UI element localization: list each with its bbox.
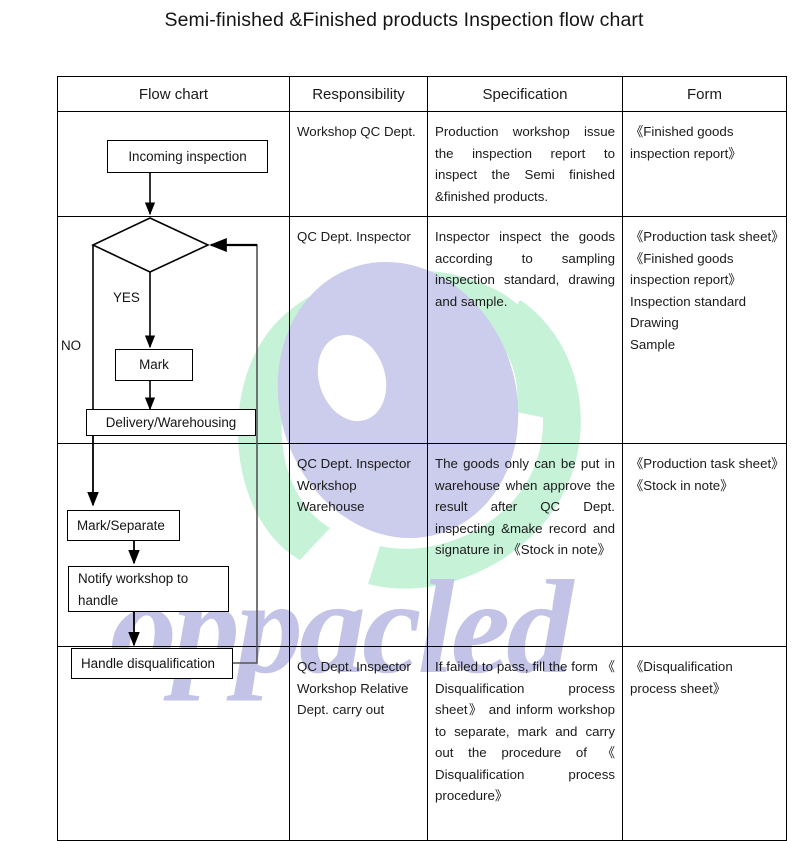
responsibility-line: Workshop Relative — [297, 680, 409, 696]
form-cell: 《Disqualification process sheet》 — [622, 646, 787, 841]
form-text-list: 《Disqualification process sheet》 — [623, 647, 786, 708]
form-line: 《Production task sheet》 — [630, 229, 785, 244]
flow-chart-cell — [57, 646, 290, 841]
form-text: 《Finished goods inspection report》 — [630, 124, 742, 161]
form-cell: 《Finished goods inspection report》 — [622, 111, 787, 217]
form-line: Drawing — [630, 315, 679, 330]
form-line: 《Stock in note》 — [630, 477, 734, 493]
specification-text: Inspector inspect the goods according to… — [435, 229, 615, 309]
responsibility-text: Workshop QC Dept. — [297, 124, 416, 139]
responsibility-cell: QC Dept. Inspector Workshop Relative Dep… — [289, 646, 428, 841]
responsibility-cell: Workshop QC Dept. — [289, 111, 428, 217]
specification-cell: Inspector inspect the goods according to… — [427, 216, 623, 444]
column-header-specification: Specification — [427, 76, 623, 112]
responsibility-line: Dept. carry out — [297, 702, 385, 717]
specification-cell: The goods only can be put in warehouse w… — [427, 443, 623, 647]
form-line: 《Production task sheet》 — [630, 456, 785, 471]
form-line: Sample — [630, 336, 676, 352]
form-cell: 《Production task sheet》 《Stock in note》 — [622, 443, 787, 647]
specification-text: The goods only can be put in warehouse w… — [435, 456, 615, 557]
responsibility-line: QC Dept. Inspector — [297, 456, 411, 471]
flow-chart-cell — [57, 443, 290, 647]
form-line: 《Finished goods inspection report》 — [630, 250, 742, 288]
form-cell: 《Production task sheet》 《Finished goods … — [622, 216, 787, 444]
responsibility-line: Warehouse — [297, 499, 365, 514]
responsibility-line: QC Dept. Inspector — [297, 659, 411, 674]
flow-chart-cell — [57, 216, 290, 444]
table-header-row: Flow chart Responsibility Specification … — [57, 76, 787, 112]
column-header-form: Form — [622, 76, 787, 112]
responsibility-text-list: QC Dept. Inspector Workshop Warehouse — [290, 444, 427, 527]
table-row: QC Dept. Inspector Workshop Warehouse Th… — [57, 443, 787, 647]
specification-cell: If failed to pass, fill the form 《 Disqu… — [427, 646, 623, 841]
responsibility-text-list: QC Dept. Inspector Workshop Relative Dep… — [290, 647, 427, 730]
page-title: Semi-finished &Finished products Inspect… — [164, 9, 644, 31]
inspection-flow-table: Flow chart Responsibility Specification … — [57, 76, 787, 841]
specification-text: Production workshop issue the inspection… — [435, 124, 615, 204]
form-line: 《Disqualification — [630, 659, 733, 674]
table-row: QC Dept. Inspector Inspector inspect the… — [57, 216, 787, 444]
specification-cell: Production workshop issue the inspection… — [427, 111, 623, 217]
form-line: Inspection standard — [630, 293, 747, 309]
table-row: QC Dept. Inspector Workshop Relative Dep… — [57, 646, 787, 841]
column-header-responsibility: Responsibility — [289, 76, 428, 112]
column-header-flow-chart: Flow chart — [57, 76, 290, 112]
flow-chart-cell — [57, 111, 290, 217]
specification-text: If failed to pass, fill the form 《 Disqu… — [435, 659, 615, 803]
responsibility-line: Workshop — [297, 477, 357, 493]
form-text-list: 《Production task sheet》 《Stock in note》 — [623, 444, 786, 505]
responsibility-text: QC Dept. Inspector — [297, 229, 411, 244]
form-text-list: 《Production task sheet》 《Finished goods … — [623, 217, 786, 364]
responsibility-cell: QC Dept. Inspector Workshop Warehouse — [289, 443, 428, 647]
responsibility-cell: QC Dept. Inspector — [289, 216, 428, 444]
form-line: process sheet》 — [630, 680, 727, 696]
table-row: Workshop QC Dept. Production workshop is… — [57, 111, 787, 217]
